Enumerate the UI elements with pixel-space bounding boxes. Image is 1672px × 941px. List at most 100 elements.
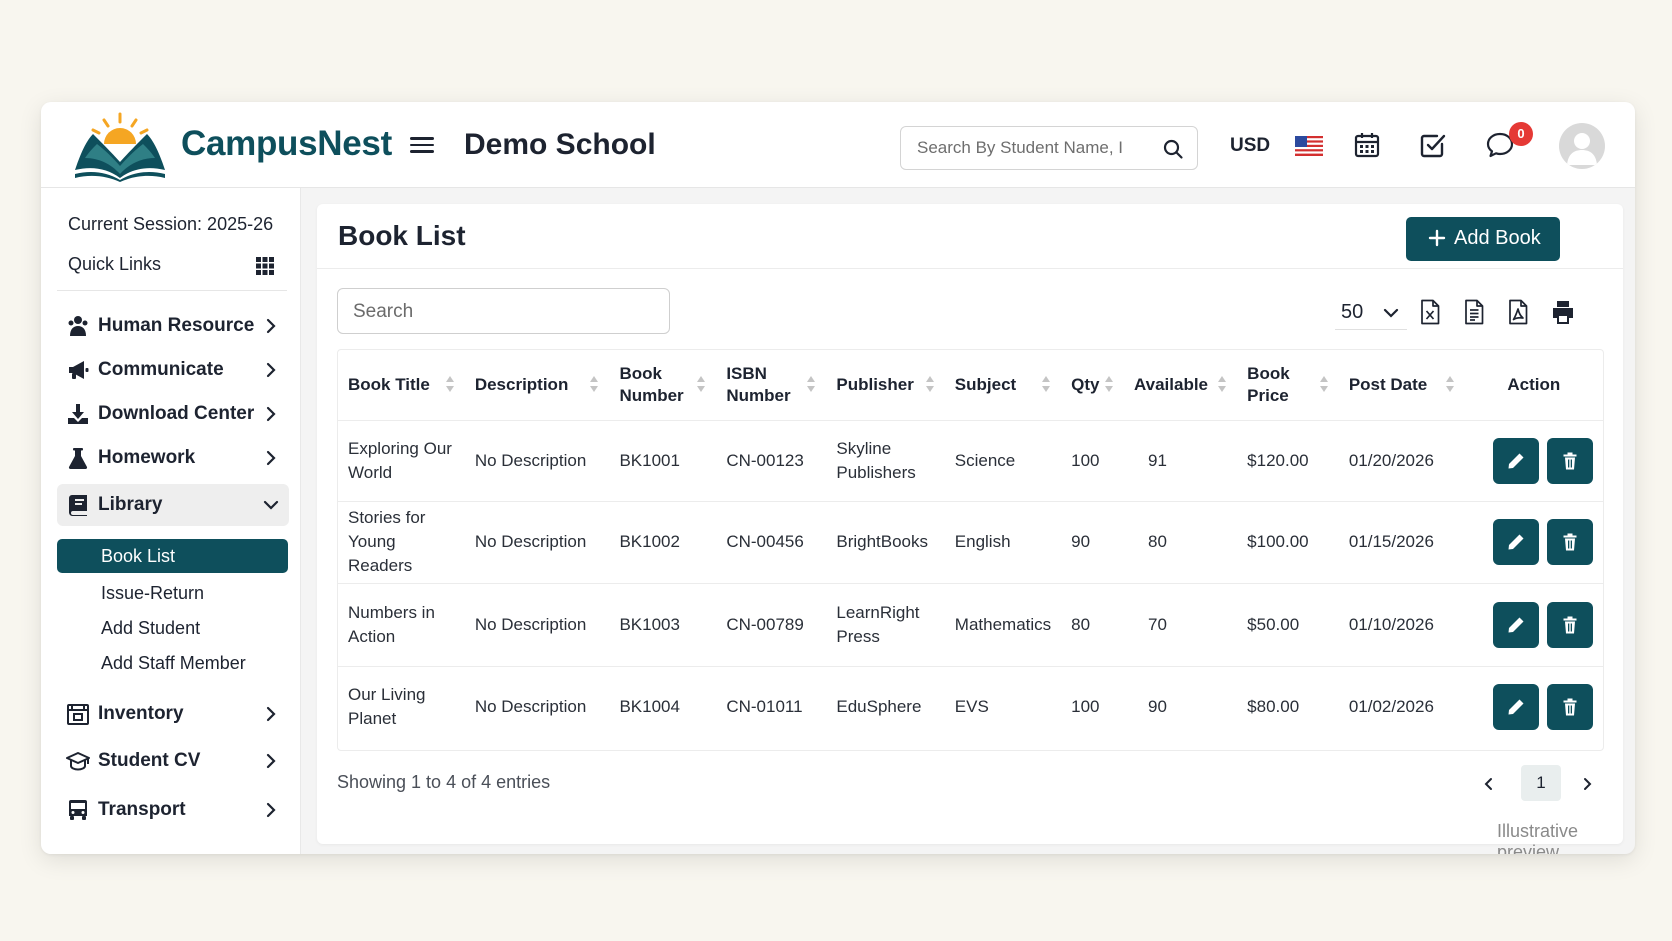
cell-post-date: 01/20/2026: [1338, 420, 1465, 502]
quick-links-label[interactable]: Quick Links: [68, 254, 161, 275]
table-row: Numbers in Action No Description BK1003 …: [338, 583, 1603, 667]
col-label: Subject: [954, 374, 1017, 394]
sidebar-divider: [57, 290, 287, 291]
csv-icon[interactable]: [1462, 299, 1486, 325]
chevron-right-icon[interactable]: [1579, 776, 1595, 792]
cell-qty: 100: [1061, 420, 1124, 502]
currency-selector[interactable]: USD: [1230, 135, 1270, 157]
sort-icon: [590, 376, 599, 392]
notification-badge: 0: [1509, 122, 1533, 146]
col-publisher[interactable]: Publisher: [826, 350, 945, 421]
cell-publisher: Skyline Publishers: [826, 420, 945, 502]
col-subject[interactable]: Subject: [944, 350, 1062, 421]
trash-icon: [1563, 452, 1577, 469]
page-size-select[interactable]: 50: [1335, 296, 1407, 330]
pencil-icon: [1508, 617, 1524, 632]
col-label: Book Number: [619, 363, 684, 405]
print-icon[interactable]: [1551, 299, 1575, 325]
sidebar-item-download-center[interactable]: Download Center: [57, 394, 289, 434]
excel-icon[interactable]: [1418, 299, 1442, 325]
grid-icon[interactable]: [255, 256, 275, 276]
sidebar-item-inventory[interactable]: Inventory: [57, 694, 289, 734]
cell-action: [1464, 501, 1603, 584]
student-search: [900, 126, 1198, 170]
current-session: Current Session: 2025-26: [68, 214, 274, 234]
cell-post-date: 01/10/2026: [1338, 583, 1465, 667]
cell-book-title: Our Living Planet: [348, 684, 426, 728]
delete-button[interactable]: [1547, 437, 1593, 484]
col-qty[interactable]: Qty: [1061, 350, 1124, 421]
sort-icon: [1445, 376, 1454, 392]
col-book-number[interactable]: Book Number: [609, 350, 717, 421]
page-number-button[interactable]: 1: [1521, 765, 1561, 801]
sidebar-item-homework[interactable]: Homework: [57, 438, 289, 478]
checkbox-icon[interactable]: [1418, 130, 1448, 160]
us-flag-icon[interactable]: [1295, 136, 1323, 156]
cell-action: [1464, 583, 1603, 667]
col-book-price[interactable]: Book Price: [1237, 350, 1339, 421]
col-available[interactable]: Available: [1123, 350, 1238, 421]
col-post-date[interactable]: Post Date: [1338, 350, 1465, 421]
edit-button[interactable]: [1493, 437, 1539, 484]
table-search-input[interactable]: [353, 301, 653, 323]
add-book-button[interactable]: Add Book: [1406, 217, 1560, 261]
cell-publisher: EduSphere: [836, 696, 922, 716]
edit-button[interactable]: [1493, 519, 1539, 565]
sidebar-subitem-add-staff-member[interactable]: Add Staff Member: [57, 646, 288, 680]
cell-book-number: BK1002: [609, 501, 717, 584]
cell-book-number: BK1001: [609, 420, 717, 502]
users-icon: [68, 316, 88, 336]
chevron-right-icon: [266, 753, 276, 769]
sidebar-item-human-resource[interactable]: Human Resource: [57, 306, 289, 346]
cell-subject: English: [944, 501, 1062, 584]
graduation-cap-icon: [66, 752, 90, 771]
cell-book-number: BK1003: [609, 583, 717, 667]
sidebar: Current Session: 2025-26 Quick Links Hum…: [41, 188, 301, 854]
sidebar-subitem-add-student[interactable]: Add Student: [57, 611, 288, 645]
top-header: CampusNest Demo School USD: [41, 102, 1635, 188]
delete-button[interactable]: [1547, 519, 1593, 565]
brand-name: CampusNest: [181, 124, 392, 163]
sidebar-item-label: Communicate: [98, 359, 224, 380]
calendar-icon[interactable]: [1352, 130, 1382, 160]
sidebar-item-label: Inventory: [98, 703, 184, 724]
sidebar-item-label: Homework: [98, 447, 196, 468]
chevron-down-icon: [263, 500, 279, 510]
cell-available: 80: [1123, 501, 1238, 584]
col-label: Book Price: [1247, 363, 1290, 405]
sidebar-subitem-issue-return[interactable]: Issue-Return: [57, 576, 288, 610]
table-header-row: Book Title Description Book Number ISBN …: [338, 350, 1603, 421]
pdf-icon[interactable]: [1506, 299, 1530, 325]
cell-subject: Science: [944, 420, 1062, 502]
sidebar-item-library[interactable]: Library: [57, 484, 289, 526]
delete-button[interactable]: [1547, 683, 1593, 730]
sidebar-item-transport[interactable]: Transport: [57, 790, 289, 830]
col-description[interactable]: Description: [464, 350, 610, 421]
cell-isbn-number: CN-00789: [716, 583, 827, 667]
delete-button[interactable]: [1547, 601, 1593, 648]
chevron-right-icon: [266, 406, 276, 422]
bus-icon: [69, 800, 87, 820]
table-row: Exploring Our World No Description BK100…: [338, 420, 1603, 502]
cell-post-date: 01/02/2026: [1348, 696, 1434, 716]
sidebar-item-student-cv[interactable]: Student CV: [57, 741, 289, 781]
cell-book-title: Numbers in Action: [338, 583, 465, 667]
col-isbn-number[interactable]: ISBN Number: [716, 350, 827, 421]
sidebar-subitem-book-list[interactable]: Book List: [57, 539, 288, 573]
edit-button[interactable]: [1493, 683, 1539, 730]
cell-book-title: Stories for Young Readers: [338, 501, 465, 584]
chevron-right-icon: [266, 802, 276, 818]
page-size-value: 50: [1341, 301, 1364, 323]
sidebar-item-communicate[interactable]: Communicate: [57, 350, 289, 390]
cell-post-date: 01/15/2026: [1338, 501, 1465, 584]
student-search-input[interactable]: [917, 138, 1127, 158]
menu-icon[interactable]: [410, 133, 434, 155]
edit-button[interactable]: [1493, 601, 1539, 648]
page-title: Book List: [338, 220, 466, 251]
cell-available: 90: [1147, 696, 1167, 716]
col-book-title[interactable]: Book Title: [338, 350, 465, 421]
search-icon[interactable]: [1161, 137, 1185, 161]
sidebar-item-label: Transport: [98, 799, 186, 820]
chevron-left-icon[interactable]: [1481, 776, 1497, 792]
avatar[interactable]: [1559, 123, 1605, 169]
